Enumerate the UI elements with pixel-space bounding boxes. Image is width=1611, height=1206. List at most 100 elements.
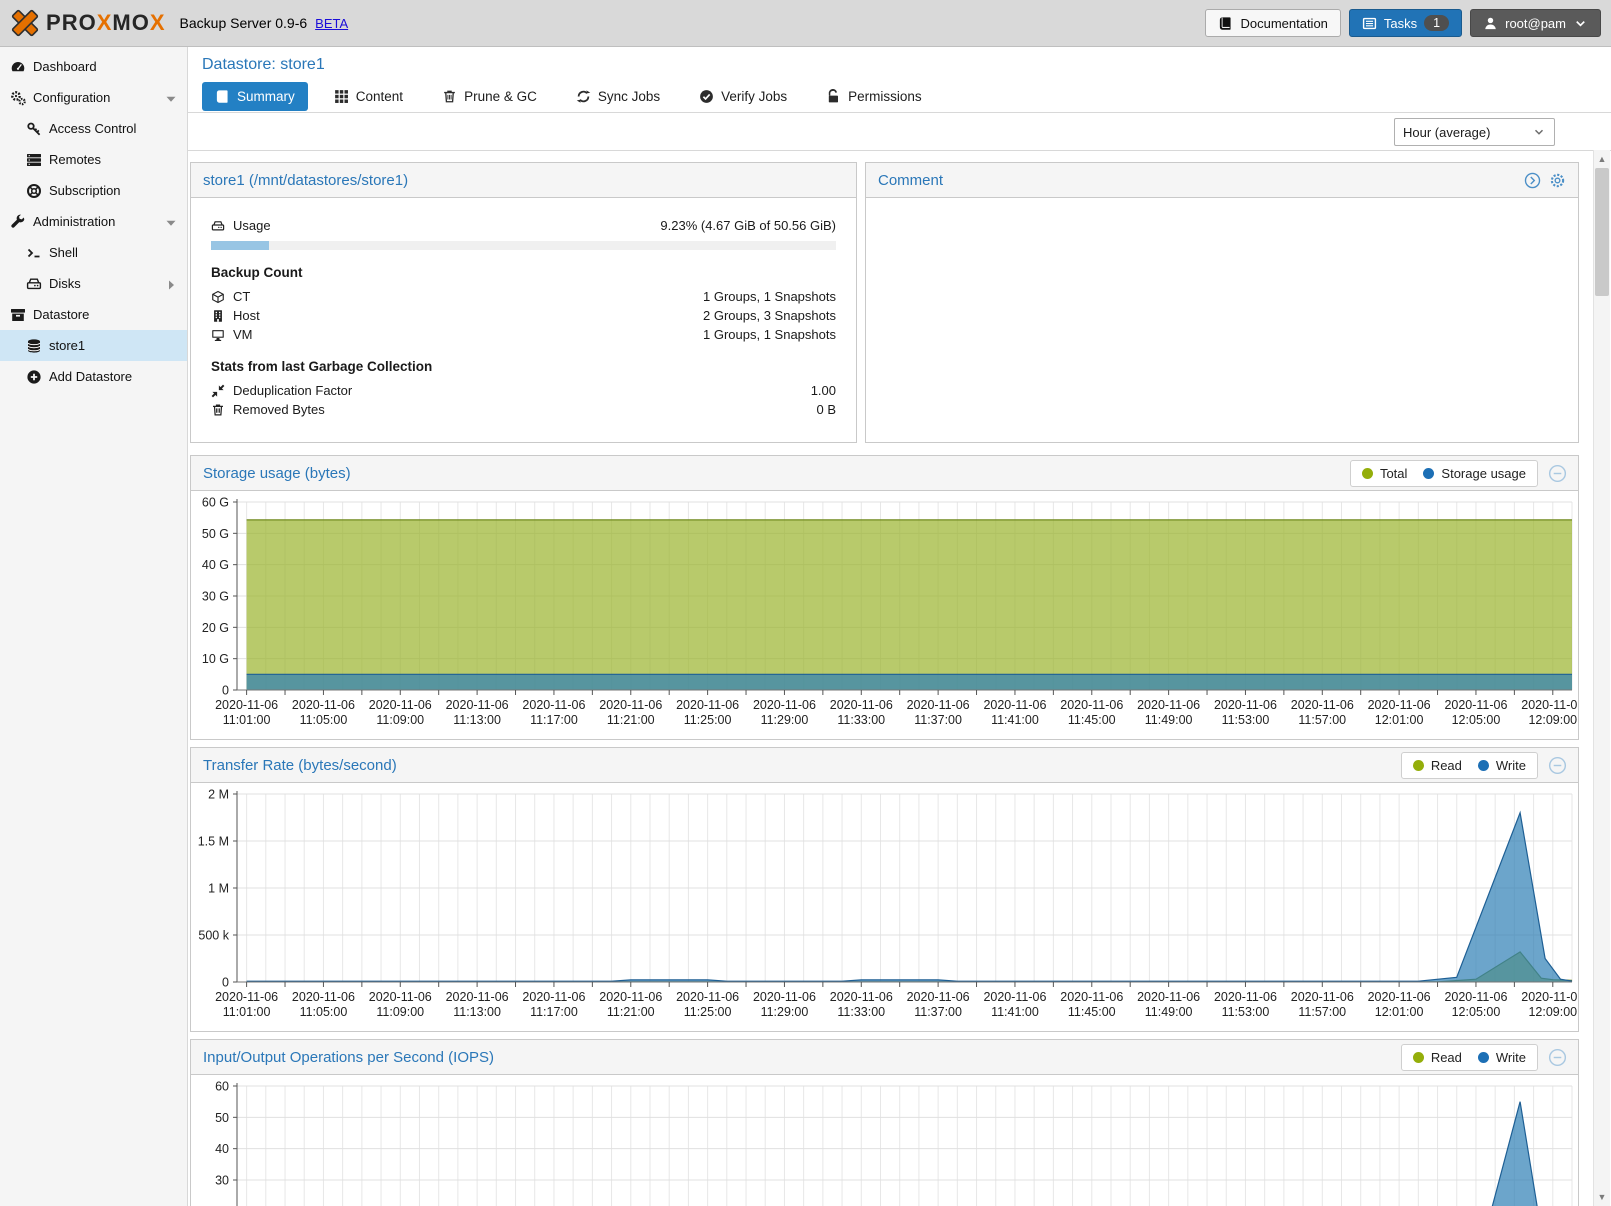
sidebar-item-remotes[interactable]: Remotes xyxy=(0,144,187,175)
archive-icon xyxy=(10,307,26,323)
svg-text:2020-11-06: 2020-11-06 xyxy=(753,698,816,712)
sidebar-item-subscription[interactable]: Subscription xyxy=(0,175,187,206)
tasks-button[interactable]: Tasks 1 xyxy=(1349,9,1462,37)
caret-right-icon[interactable] xyxy=(163,277,179,291)
gauge-icon xyxy=(10,59,26,75)
tab-content[interactable]: Content xyxy=(321,82,416,111)
tab-summary[interactable]: Summary xyxy=(202,82,308,111)
user-menu-button[interactable]: root@pam xyxy=(1470,9,1601,37)
sidebar-item-dashboard[interactable]: Dashboard xyxy=(0,51,187,82)
sidebar-item-administration[interactable]: Administration xyxy=(0,206,187,237)
svg-text:11:25:00: 11:25:00 xyxy=(684,713,732,727)
hdd-icon xyxy=(26,276,42,292)
svg-text:11:29:00: 11:29:00 xyxy=(761,713,809,727)
info-label: VM xyxy=(233,327,253,342)
legend-item-write[interactable]: Write xyxy=(1478,758,1526,773)
svg-text:12:05:00: 12:05:00 xyxy=(1452,713,1501,727)
svg-text:11:41:00: 11:41:00 xyxy=(991,1005,1039,1019)
svg-text:1 M: 1 M xyxy=(208,882,229,896)
product-version: Backup Server 0.9-6 xyxy=(180,15,308,31)
user-menu-label: root@pam xyxy=(1505,16,1566,31)
legend-item-read[interactable]: Read xyxy=(1413,758,1462,773)
svg-text:2020-11-06: 2020-11-06 xyxy=(215,990,278,1004)
caret-down-icon[interactable] xyxy=(163,215,179,229)
svg-text:50 G: 50 G xyxy=(202,527,229,541)
legend-item-storage-usage[interactable]: Storage usage xyxy=(1423,466,1526,481)
svg-text:11:09:00: 11:09:00 xyxy=(376,1005,424,1019)
tab-sync-jobs[interactable]: Sync Jobs xyxy=(563,82,673,111)
svg-text:11:37:00: 11:37:00 xyxy=(914,713,962,727)
svg-text:2020-11-06: 2020-11-06 xyxy=(1137,698,1200,712)
documentation-button-label: Documentation xyxy=(1240,16,1327,31)
svg-text:11:41:00: 11:41:00 xyxy=(991,713,1039,727)
collapse-panel-icon[interactable] xyxy=(1548,1048,1567,1067)
caret-down-icon[interactable] xyxy=(163,91,179,105)
collapse-panel-icon[interactable] xyxy=(1548,464,1567,483)
lifering-icon xyxy=(26,183,42,199)
comment-panel: Comment xyxy=(865,162,1579,443)
svg-text:40 G: 40 G xyxy=(202,558,229,572)
tab-label: Content xyxy=(356,89,403,104)
hdd-icon xyxy=(211,219,225,233)
svg-text:2020-11-06: 2020-11-06 xyxy=(446,990,509,1004)
svg-text:2020-11-06: 2020-11-06 xyxy=(830,698,893,712)
book-icon xyxy=(215,89,230,104)
svg-text:2020-11-06: 2020-11-06 xyxy=(1060,698,1123,712)
wrench-icon xyxy=(10,214,26,230)
legend-item-read[interactable]: Read xyxy=(1413,1050,1462,1065)
info-row-ct: CT1 Groups, 1 Snapshots xyxy=(211,287,836,306)
iops-chart-panel: Input/Output Operations per Second (IOPS… xyxy=(190,1039,1579,1206)
info-label: Removed Bytes xyxy=(233,402,325,417)
collapse-panel-icon[interactable] xyxy=(1548,756,1567,775)
svg-text:2020-11-06: 2020-11-06 xyxy=(446,698,509,712)
scrollbar-thumb[interactable] xyxy=(1595,168,1609,296)
svg-text:11:13:00: 11:13:00 xyxy=(453,1005,501,1019)
sidebar: DashboardConfigurationAccess ControlRemo… xyxy=(0,47,188,1206)
task-list-icon xyxy=(1362,16,1377,31)
sidebar-item-store1[interactable]: store1 xyxy=(0,330,187,361)
scroll-up-arrow[interactable]: ▲ xyxy=(1594,151,1610,167)
tab-label: Summary xyxy=(237,89,295,104)
svg-text:60: 60 xyxy=(215,1080,229,1094)
svg-text:2020-11-06: 2020-11-06 xyxy=(1060,990,1123,1004)
svg-text:11:33:00: 11:33:00 xyxy=(837,1005,885,1019)
legend-item-total[interactable]: Total xyxy=(1362,466,1407,481)
sidebar-item-label: Datastore xyxy=(33,307,89,322)
sidebar-item-access-control[interactable]: Access Control xyxy=(0,113,187,144)
svg-text:2020-11-06: 2020-11-06 xyxy=(1368,990,1431,1004)
key-icon xyxy=(26,121,42,137)
svg-text:20 G: 20 G xyxy=(202,621,229,635)
svg-text:11:57:00: 11:57:00 xyxy=(1298,713,1346,727)
gear-icon[interactable] xyxy=(1549,172,1566,189)
sidebar-item-configuration[interactable]: Configuration xyxy=(0,82,187,113)
documentation-button[interactable]: Documentation xyxy=(1205,9,1340,37)
info-label: Deduplication Factor xyxy=(233,383,352,398)
scroll-down-arrow[interactable]: ▼ xyxy=(1594,1189,1610,1205)
datastore-panel-title: store1 (/mnt/datastores/store1) xyxy=(203,172,408,189)
vertical-scrollbar[interactable]: ▲ ▼ xyxy=(1593,150,1610,1206)
svg-text:2020-11-06: 2020-11-06 xyxy=(599,990,662,1004)
sidebar-item-datastore[interactable]: Datastore xyxy=(0,299,187,330)
chevron-down-icon xyxy=(1573,16,1588,31)
svg-text:10 G: 10 G xyxy=(202,652,229,666)
sidebar-item-disks[interactable]: Disks xyxy=(0,268,187,299)
storage-usage-chart-panel: Storage usage (bytes) TotalStorage usage… xyxy=(190,455,1579,740)
svg-text:2020-11-06: 2020-11-06 xyxy=(369,990,432,1004)
svg-text:60 G: 60 G xyxy=(202,496,229,510)
sidebar-item-shell[interactable]: Shell xyxy=(0,237,187,268)
expand-circle-icon[interactable] xyxy=(1524,172,1541,189)
svg-text:11:53:00: 11:53:00 xyxy=(1222,1005,1270,1019)
storage-chart-legend: Total Storage usage xyxy=(1350,460,1538,487)
transfer-chart-title: Transfer Rate (bytes/second) xyxy=(203,757,397,774)
usage-value: 9.23% (4.67 GiB of 50.56 GiB) xyxy=(660,218,836,233)
beta-link[interactable]: BETA xyxy=(315,16,348,31)
tab-verify-jobs[interactable]: Verify Jobs xyxy=(686,82,800,111)
svg-text:11:05:00: 11:05:00 xyxy=(300,1005,348,1019)
sidebar-item-add-datastore[interactable]: Add Datastore xyxy=(0,361,187,392)
time-range-select[interactable]: Hour (average) xyxy=(1394,118,1555,146)
legend-item-write[interactable]: Write xyxy=(1478,1050,1526,1065)
tab-permissions[interactable]: Permissions xyxy=(813,82,935,111)
svg-text:2020-11-06: 2020-11-06 xyxy=(292,990,355,1004)
proxmox-backup-server-app: PROXMOX Backup Server 0.9-6 BETA Documen… xyxy=(0,0,1611,1206)
tab-prune-gc[interactable]: Prune & GC xyxy=(429,82,550,111)
